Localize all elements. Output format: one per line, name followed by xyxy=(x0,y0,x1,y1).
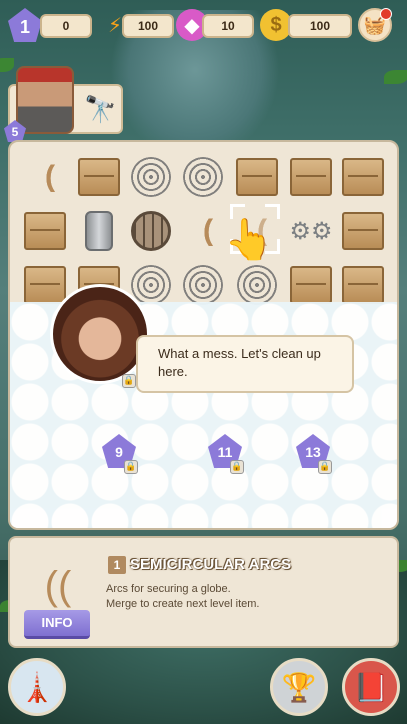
board-cell-web[interactable] xyxy=(126,152,176,202)
lighthouse-icon: 🗼 xyxy=(19,671,55,703)
cobweb-icon xyxy=(131,157,171,197)
board-cell-web[interactable] xyxy=(178,152,228,202)
crate-icon xyxy=(290,158,332,196)
cobweb-icon xyxy=(131,265,171,305)
item-desc-line2: Merge to create next level item. xyxy=(106,598,260,610)
item-info-panel: (( INFO 1 SEMICIRCULAR ARCS Arcs for sec… xyxy=(8,536,399,648)
board-cell-crate[interactable] xyxy=(338,206,388,256)
crate-icon xyxy=(24,212,66,250)
board-cell-sphere[interactable] xyxy=(126,206,176,256)
lock-icon: 🔒 xyxy=(230,460,244,474)
board-cell-bolts[interactable]: ⚙⚙ xyxy=(286,206,336,256)
girl-portrait-avatar xyxy=(50,284,150,384)
journal-button[interactable]: 📕 xyxy=(342,658,400,716)
sailor-avatar xyxy=(16,66,74,134)
board-cell-arcs[interactable]: (( xyxy=(20,152,70,202)
leaf-decoration xyxy=(0,58,14,72)
dialogue-text: What a mess. Let's clean up here. xyxy=(158,346,321,379)
quest-character-card[interactable]: 🔭 xyxy=(8,66,123,134)
crate-icon xyxy=(78,158,120,196)
leaf-decoration xyxy=(384,70,407,84)
board-cell-crate[interactable] xyxy=(338,152,388,202)
globe-frame-icon xyxy=(131,211,171,251)
cobweb-icon xyxy=(237,265,277,305)
energy-counter[interactable]: 100 xyxy=(122,14,174,38)
crate-icon xyxy=(342,158,384,196)
gems-counter[interactable]: 10 xyxy=(202,14,254,38)
canister-icon xyxy=(85,211,113,251)
resource-bar: 1 0 ⚡ 100 ◆ 10 $ 100 🧺 xyxy=(0,0,407,50)
board-cell-crate[interactable] xyxy=(232,152,282,202)
item-level-tag: 1 xyxy=(108,556,126,574)
binoculars-icon: 🔭 xyxy=(84,94,117,124)
item-title: SEMICIRCULAR ARCS xyxy=(130,556,292,573)
board-cell-crate[interactable] xyxy=(74,152,124,202)
xp-counter: 0 xyxy=(40,14,92,38)
crate-icon xyxy=(342,266,384,304)
trophy-button[interactable]: 🏆 xyxy=(270,658,328,716)
lighthouse-map-button[interactable]: 🗼 xyxy=(8,658,66,716)
board-cell-canister[interactable] xyxy=(74,206,124,256)
arcs-item-icon: (( xyxy=(44,563,72,608)
dialogue-bubble[interactable]: What a mess. Let's clean up here. xyxy=(136,335,354,393)
cobweb-icon xyxy=(183,157,223,197)
lock-icon: 🔒 xyxy=(318,460,332,474)
lock-icon: 🔒 xyxy=(124,460,138,474)
info-button[interactable]: INFO xyxy=(24,610,90,639)
shop-button[interactable]: 🧺 xyxy=(358,8,392,42)
tutorial-hand-icon: 👆 xyxy=(224,218,274,262)
crate-icon xyxy=(342,212,384,250)
crate-icon xyxy=(236,158,278,196)
notification-dot xyxy=(380,8,392,20)
cobweb-icon xyxy=(183,265,223,305)
journal-icon: 📕 xyxy=(353,671,389,703)
player-level-badge[interactable]: 1 xyxy=(8,8,42,42)
lock-icon: 🔒 xyxy=(122,374,136,388)
board-cell-arcs[interactable]: (( xyxy=(178,206,228,256)
board-cell-crate[interactable] xyxy=(286,152,336,202)
coins-counter[interactable]: 100 xyxy=(288,14,352,38)
bolts-icon: ⚙⚙ xyxy=(289,217,333,245)
crate-icon xyxy=(24,266,66,304)
trophy-icon: 🏆 xyxy=(281,671,317,703)
item-description: Arcs for securing a globe. Merge to crea… xyxy=(106,582,259,612)
board-cell-crate[interactable] xyxy=(20,206,70,256)
item-desc-line1: Arcs for securing a globe. xyxy=(106,583,231,595)
crate-icon xyxy=(290,266,332,304)
